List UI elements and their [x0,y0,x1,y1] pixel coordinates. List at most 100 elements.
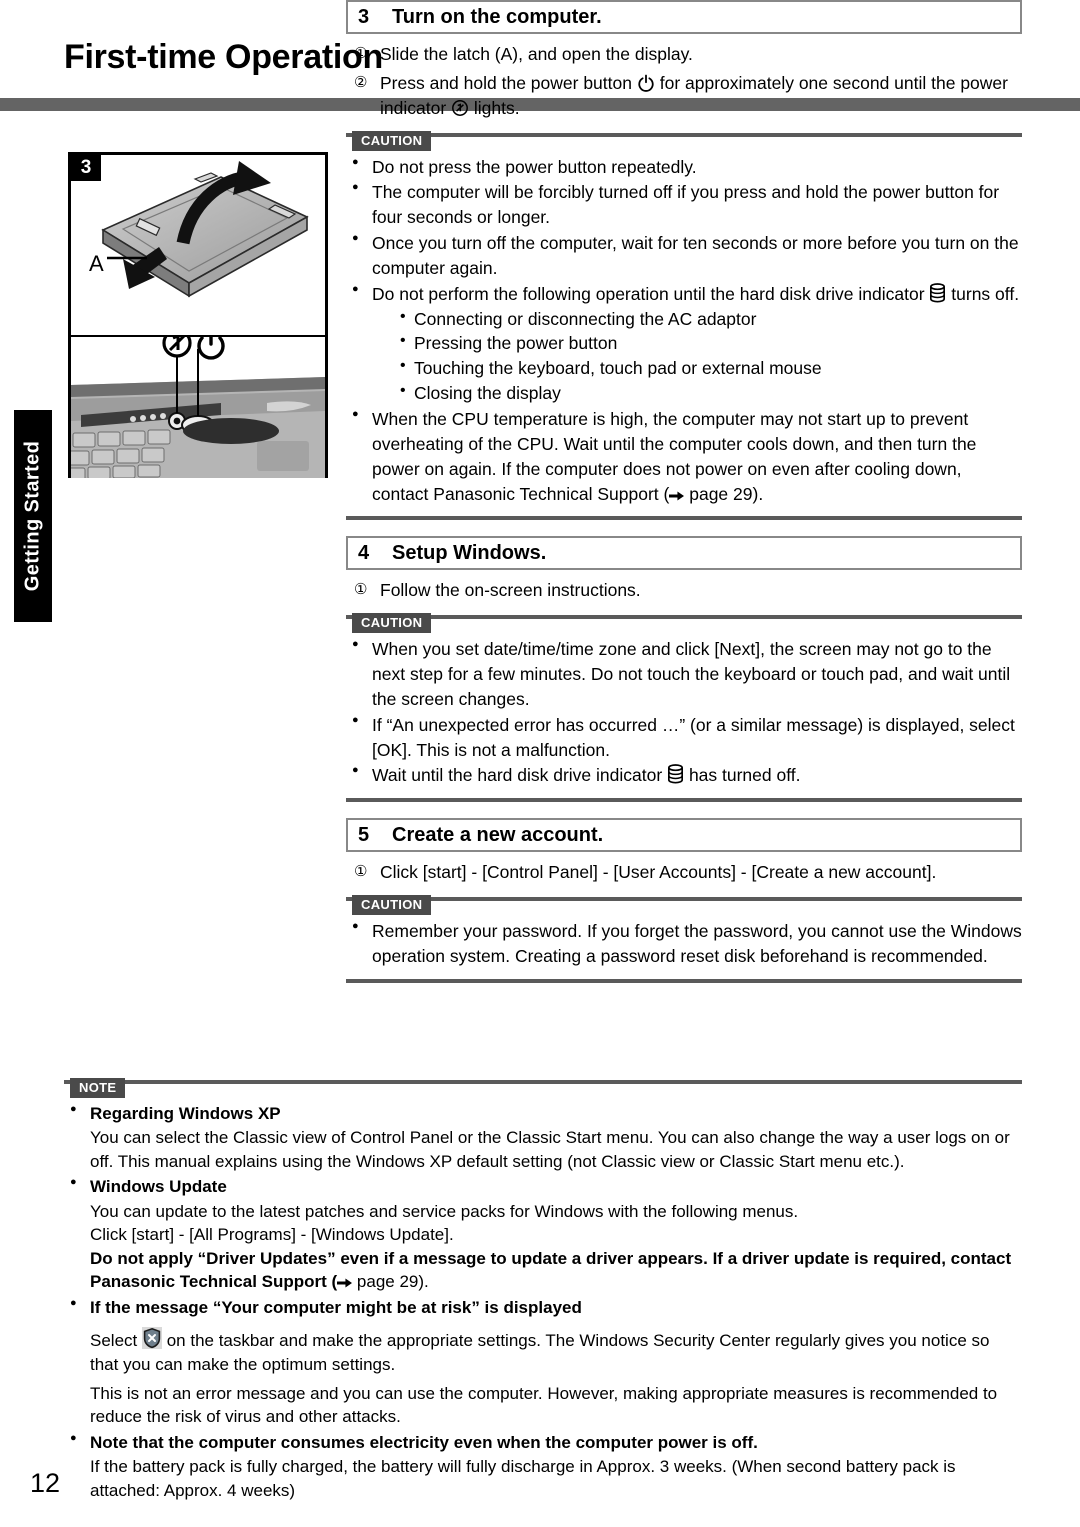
step-5-instruction-1-text: Click [start] - [Control Panel] - [User … [380,862,937,883]
step-5-caution-list: Remember your password. If you forget th… [346,919,1022,969]
caution-label: CAUTION [352,613,432,634]
note-item-body: You can select the Classic view of Contr… [90,1128,1010,1171]
note-item: Windows Update [64,1175,1022,1198]
caution-item: When you set date/time/time zone and cli… [346,637,1022,712]
caution-sub-item: Pressing the power button [398,330,1022,356]
note-list: Note that the computer consumes electric… [64,1431,1022,1454]
power-button-icon [637,74,655,92]
note-item-heading: Regarding Windows XP [90,1104,281,1123]
note-item-heading: Windows Update [90,1177,227,1197]
caution-rule [346,132,1022,137]
step-3-caution-list: Do not press the power button repeatedly… [346,155,1022,507]
figure-panel-power-button [71,337,325,478]
note-list: Windows Update [64,1175,1022,1198]
caution-rule [346,897,1022,902]
note-item: If the message “Your computer might be a… [64,1296,1022,1319]
step-3-heading: 3 Turn on the computer. [346,0,1022,34]
note-bar: NOTE [64,1078,1022,1100]
caution-sub-item: Touching the keyboard, touch pad or exte… [398,355,1022,381]
step-4-title: Setup Windows. [392,541,547,564]
circled-number-2-icon: ② [354,73,368,91]
security-shield-icon [141,1327,162,1350]
laptop-power-area-illustration [71,337,325,478]
caution-item-text-after: has turned off. [688,765,801,786]
note-item-heading: Note that the computer consumes electric… [90,1432,758,1452]
note-item-body: Select on the taskbar and make the appro… [64,1327,1022,1376]
page-title: First-time Operation [64,38,383,76]
figure-callout-a: A [89,251,104,276]
figure-panel-open-display [71,155,325,335]
caution-item-text: If “An unexpected error has occurred …” … [372,714,1015,760]
step-4-instruction-1: ① Follow the on-screen instructions. [346,578,1022,603]
caution-sub-list: Connecting or disconnecting the AC adapt… [372,306,1022,406]
step-5-end-rule [346,978,1022,983]
figure-turn-on-computer: 3 A [68,152,328,478]
note-item-body: If the battery pack is fully charged, th… [90,1457,956,1500]
caution-item: When the CPU temperature is high, the co… [346,407,1022,506]
caution-item: If “An unexpected error has occurred …” … [346,713,1022,763]
caution-item-text-after: page 29). [689,483,764,504]
step-5-title: Create a new account. [392,823,604,846]
caution-item: Once you turn off the computer, wait for… [346,231,1022,281]
figure-step-number: 3 [71,155,101,181]
caution-item-text: Do not perform the following operation u… [372,283,925,304]
laptop-open-lid-illustration [101,161,309,298]
note-item-body: You can update to the latest patches and… [90,1201,799,1221]
step-4-caution-list: When you set date/time/time zone and cli… [346,637,1022,788]
step-3-instruction-2-text-a: Press and hold the power button [380,72,632,93]
caution-label: CAUTION [352,130,432,151]
step-3-title: Turn on the computer. [392,5,602,28]
note-item: Note that the computer consumes electric… [64,1431,1022,1454]
note-rule [64,1080,1022,1084]
caution-item-text: Once you turn off the computer, wait for… [372,233,1019,278]
caution-item: Remember your password. If you forget th… [346,919,1022,969]
step-5-caution-bar: CAUTION [346,895,1022,917]
step-3-instruction-1: ① Slide the latch (A), and open the disp… [346,42,1022,67]
note-list: If the message “Your computer might be a… [64,1296,1022,1319]
section-side-tab-label: Getting Started [21,440,44,592]
note-item-body-bold: Do not apply “Driver Updates” even if a … [64,1247,1022,1294]
section-side-tab: Getting Started [14,410,52,622]
caution-sub-item: Connecting or disconnecting the AC adapt… [398,306,1022,332]
note-label: NOTE [70,1078,126,1098]
circled-number-1-icon: ① [354,45,368,62]
note-driver-update-text: Do not apply “Driver Updates” even if a … [90,1248,1012,1292]
caution-rule [346,615,1022,620]
step-4-instruction-1-text: Follow the on-screen instructions. [380,580,641,601]
hard-disk-drive-icon [667,764,684,784]
caution-item: Do not press the power button repeatedly… [346,155,1022,180]
caution-item: Do not perform the following operation u… [346,282,1022,406]
step-4-heading: 4 Setup Windows. [346,536,1022,571]
step-4-caution-bar: CAUTION [346,613,1022,635]
step-3-instruction-2: ② Press and hold the power button for ap… [346,71,1022,121]
caution-item-text: Do not press the power button repeatedly… [372,156,697,177]
page-number: 12 [30,1468,61,1498]
caution-sub-item: Closing the display [398,380,1022,406]
step-4-number: 4 [358,541,370,564]
step-3-instruction-2-text-c: lights. [473,97,520,118]
caution-item-text: Remember your password. If you forget th… [372,921,1022,966]
caution-item: The computer will be forcibly turned off… [346,180,1022,230]
note-item: Regarding Windows XP [64,1102,1022,1125]
note-item-body-2: Click [start] - [All Programs] - [Window… [90,1225,454,1245]
note-list: Regarding Windows XP [64,1102,1022,1125]
step-3-instruction-1-text: Slide the latch (A), and open the displa… [380,44,693,64]
power-indicator-icon [451,99,469,117]
steps-content: 3 Turn on the computer. ① Slide the latc… [346,0,1022,983]
arrow-right-icon [669,489,685,503]
caution-item-text-after: turns off. [951,283,1020,304]
note-security-text-after: on the taskbar and make the appropriate … [90,1331,990,1374]
caution-item: Wait until the hard disk drive indicator… [346,763,1022,788]
circled-number-1-icon: ① [354,581,368,599]
note-driver-update-page-ref: page 29). [356,1272,429,1292]
caution-item-text: The computer will be forcibly turned off… [372,182,1000,228]
note-block: NOTE Regarding Windows XP You can select… [64,1068,1022,1502]
caution-item-text: Wait until the hard disk drive indicator [372,765,663,786]
note-item-body-2: This is not an error message and you can… [90,1383,998,1427]
note-item-heading: If the message “Your computer might be a… [90,1297,582,1317]
step-5-heading: 5 Create a new account. [346,818,1022,853]
circled-number-1-icon: ① [354,863,368,881]
step-3-caution-bar: CAUTION [346,130,1022,153]
arrow-right-icon [337,1276,353,1290]
step-3-number: 3 [358,5,370,28]
